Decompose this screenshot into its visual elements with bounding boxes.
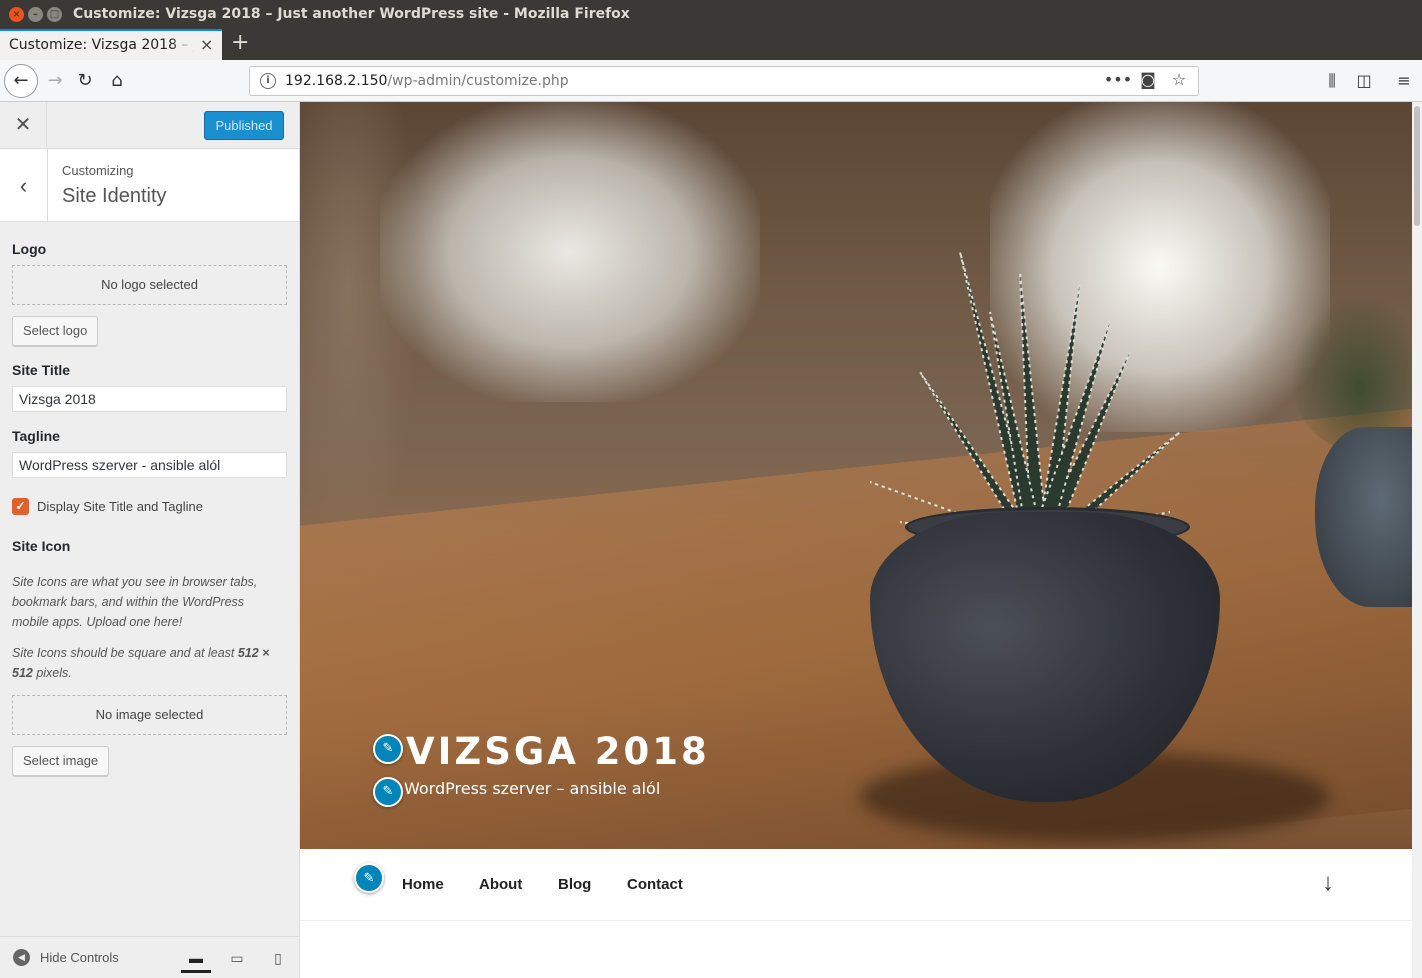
tab-bar: Customize: Vizsga 2018 – Just another Wo… — [0, 29, 1422, 60]
scrollbar-thumb[interactable] — [1414, 106, 1420, 226]
tablet-preview-icon[interactable]: ▭ — [222, 945, 252, 973]
tab-title: Customize: Vizsga 2018 – Just another Wo… — [9, 37, 194, 53]
hide-controls-button[interactable]: Hide Controls — [40, 950, 119, 965]
url-bar[interactable]: i 192.168.2.150/wp-admin/customize.php •… — [249, 66, 1199, 96]
menu-icon[interactable]: ≡ — [1389, 66, 1419, 96]
publish-button[interactable]: Published — [204, 111, 284, 140]
window-minimize-button[interactable]: – — [28, 7, 43, 22]
select-image-button[interactable]: Select image — [12, 746, 110, 776]
tagline-input[interactable]: WordPress szerver - ansible alól — [12, 452, 287, 478]
display-title-label[interactable]: Display Site Title and Tagline — [37, 499, 203, 514]
site-icon-label: Site Icon — [12, 538, 71, 554]
site-preview[interactable]: ✎ VIZSGA 2018 ✎ WordPress szerver – ansi… — [300, 102, 1412, 978]
menu-item-about[interactable]: About — [479, 876, 522, 893]
logo-label: Logo — [12, 241, 47, 257]
close-icon[interactable]: ✕ — [0, 102, 47, 149]
tab-close-icon[interactable]: × — [200, 35, 213, 54]
site-icon-description: Site Icons are what you see in browser t… — [12, 575, 258, 629]
bookmark-star-icon[interactable]: ☆ — [1166, 70, 1192, 89]
info-icon[interactable]: i — [260, 73, 276, 89]
site-title-label: Site Title — [12, 362, 71, 378]
menu-item-home[interactable]: Home — [402, 876, 444, 893]
sidebar-icon[interactable]: ◫ — [1349, 66, 1379, 96]
back-arrow-icon[interactable]: ← — [4, 64, 38, 98]
pocket-icon[interactable]: ◙ — [1135, 70, 1161, 89]
new-tab-icon[interactable]: + — [231, 30, 249, 55]
scroll-down-arrow-icon[interactable]: ↓ — [1322, 869, 1334, 897]
browser-tab[interactable]: Customize: Vizsga 2018 – Just another Wo… — [0, 29, 222, 60]
window-close-button[interactable]: × — [9, 7, 24, 22]
back-chevron-icon[interactable]: ‹ — [0, 149, 48, 222]
edit-menu-pencil-icon[interactable]: ✎ — [354, 863, 384, 893]
section-header: ‹ Customizing Site Identity — [0, 149, 299, 222]
site-icon-placeholder[interactable]: No image selected — [12, 695, 287, 735]
url-text[interactable]: 192.168.2.150/wp-admin/customize.php — [285, 73, 569, 89]
site-title-input[interactable]: Vizsga 2018 — [12, 386, 287, 412]
header-image: ✎ VIZSGA 2018 ✎ WordPress szerver – ansi… — [300, 102, 1412, 849]
library-icon[interactable]: ⫼ — [1317, 66, 1347, 96]
desktop-preview-icon[interactable]: ▬ — [181, 945, 211, 973]
edit-title-pencil-icon[interactable]: ✎ — [373, 734, 403, 764]
preview-site-title[interactable]: VIZSGA 2018 — [406, 730, 710, 773]
preview-scrollbar[interactable] — [1412, 102, 1422, 978]
select-logo-button[interactable]: Select logo — [12, 316, 99, 346]
menu-item-contact[interactable]: Contact — [627, 876, 683, 893]
home-icon[interactable]: ⌂ — [102, 66, 132, 96]
section-parent-label: Customizing — [62, 163, 134, 178]
logo-placeholder[interactable]: No logo selected — [12, 265, 287, 305]
collapse-arrow-icon[interactable]: ◀ — [13, 949, 30, 966]
customizer-footer: ◀ Hide Controls ▬ ▭ ▯ — [0, 936, 299, 978]
edit-tagline-pencil-icon[interactable]: ✎ — [373, 777, 403, 807]
preview-site-tagline[interactable]: WordPress szerver – ansible alól — [404, 779, 660, 798]
display-title-checkbox[interactable]: ✓ — [12, 498, 29, 515]
tagline-label: Tagline — [12, 428, 60, 444]
window-maximize-button[interactable]: □ — [47, 7, 62, 22]
window-title-bar: × – □ Customize: Vizsga 2018 – Just anot… — [0, 0, 1422, 29]
window-title: Customize: Vizsga 2018 – Just another Wo… — [73, 6, 630, 22]
forward-arrow-icon[interactable]: → — [40, 66, 70, 96]
section-title: Site Identity — [62, 185, 167, 207]
page-actions-icon[interactable]: ••• — [1104, 70, 1132, 89]
navigation-toolbar: ← → ↻ ⌂ i 192.168.2.150/wp-admin/customi… — [0, 60, 1422, 102]
customizer-header: ✕ Published — [0, 102, 299, 149]
mobile-preview-icon[interactable]: ▯ — [263, 945, 293, 973]
reload-icon[interactable]: ↻ — [70, 66, 100, 96]
menu-item-blog[interactable]: Blog — [558, 876, 591, 893]
site-icon-size-note: Site Icons should be square and at least… — [12, 646, 270, 680]
customizer-sidebar: ✕ Published ‹ Customizing Site Identity … — [0, 102, 300, 978]
primary-menu: ✎ Home About Blog Contact ↓ — [300, 849, 1412, 921]
